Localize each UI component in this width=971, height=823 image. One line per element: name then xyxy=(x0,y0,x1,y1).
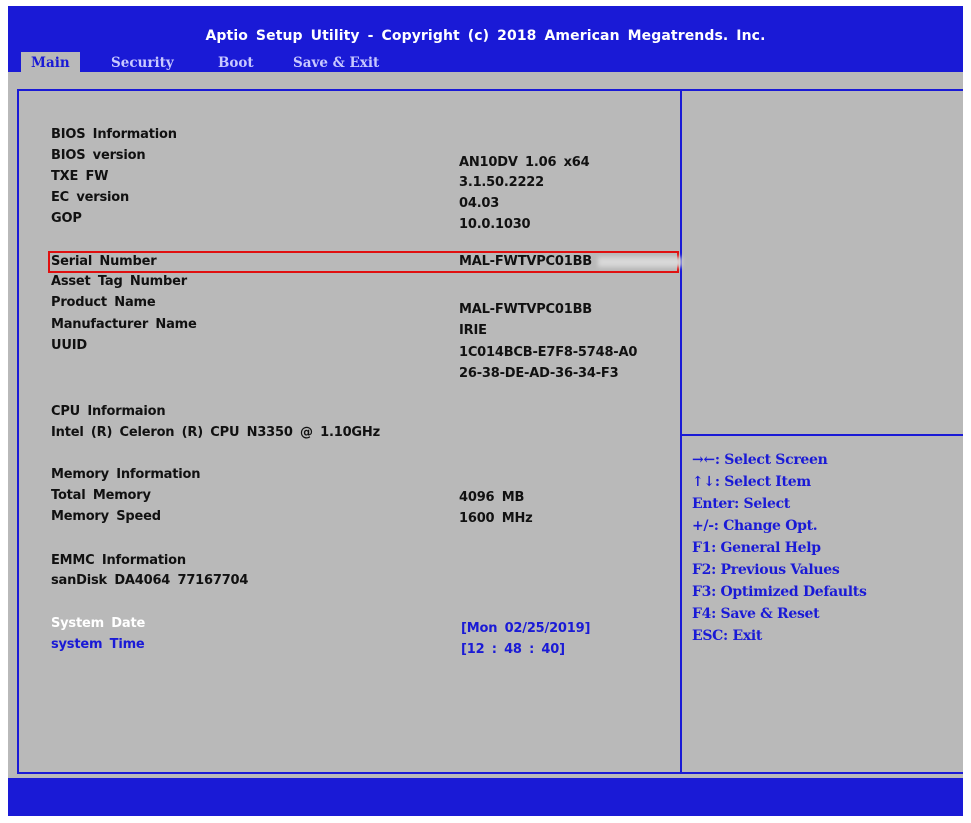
help-optimized-defaults: F3: Optimized Defaults xyxy=(692,584,867,600)
bios-info-heading: BIOS Information xyxy=(51,127,177,142)
bios-version-value: AN10DV 1.06 x64 xyxy=(459,155,590,170)
footer-bar xyxy=(8,778,963,816)
system-time-value[interactable]: [12 : 48 : 40] xyxy=(461,642,565,657)
uuid-value-line1: 1C014BCB-E7F8-5748-A0 xyxy=(459,345,638,360)
help-save-reset: F4: Save & Reset xyxy=(692,606,820,622)
memory-info-heading: Memory Information xyxy=(51,467,201,482)
total-memory-label: Total Memory xyxy=(51,488,151,503)
main-panel: BIOS Information BIOS version AN10DV 1.0… xyxy=(17,89,963,774)
product-name-value: MAL-FWTVPC01BB xyxy=(459,302,593,317)
asset-tag-label: Asset Tag Number xyxy=(51,274,187,289)
system-date-label[interactable]: System Date xyxy=(51,616,145,631)
tab-main[interactable]: Main xyxy=(21,52,80,74)
emmc-device: sanDisk DA4064 77167704 xyxy=(51,573,249,588)
memory-speed-value: 1600 MHz xyxy=(459,511,533,526)
cpu-name: Intel (R) Celeron (R) CPU N3350 @ 1.10GH… xyxy=(51,425,380,440)
help-enter-select: Enter: Select xyxy=(692,496,790,512)
cpu-info-heading: CPU Informaion xyxy=(51,404,166,419)
system-date-value[interactable]: [Mon 02/25/2019] xyxy=(461,621,590,636)
uuid-value-line2: 26-38-DE-AD-36-34-F3 xyxy=(459,366,619,381)
ec-version-value: 04.03 xyxy=(459,196,500,211)
system-time-label[interactable]: system Time xyxy=(51,637,145,652)
help-general-help: F1: General Help xyxy=(692,540,821,556)
help-select-screen: →←: Select Screen xyxy=(692,452,828,468)
total-memory-value: 4096 MB xyxy=(459,490,525,505)
header-bar: Aptio Setup Utility - Copyright (c) 2018… xyxy=(8,6,963,74)
product-name-label: Product Name xyxy=(51,295,156,310)
redacted-serial xyxy=(598,256,683,267)
uuid-label: UUID xyxy=(51,338,87,353)
panel-divider xyxy=(680,91,682,772)
serial-number-label: Serial Number xyxy=(51,254,157,269)
help-change-opt: +/-: Change Opt. xyxy=(692,518,818,534)
bios-screen: Aptio Setup Utility - Copyright (c) 2018… xyxy=(8,6,963,816)
tab-boot[interactable]: Boot xyxy=(218,52,254,74)
emmc-info-heading: EMMC Information xyxy=(51,553,186,568)
help-esc-exit: ESC: Exit xyxy=(692,628,763,644)
help-panel: →←: Select Screen ↑↓: Select Item Enter:… xyxy=(692,449,867,647)
manufacturer-value: IRIE xyxy=(459,323,487,338)
tab-save-exit[interactable]: Save & Exit xyxy=(293,52,379,74)
help-select-item: ↑↓: Select Item xyxy=(692,474,811,490)
ec-version-label: EC version xyxy=(51,190,130,205)
memory-speed-label: Memory Speed xyxy=(51,509,161,524)
help-previous-values: F2: Previous Values xyxy=(692,562,840,578)
tab-security[interactable]: Security xyxy=(111,52,174,74)
serial-number-value: MAL-FWTVPC01BB xyxy=(459,254,683,269)
app-title: Aptio Setup Utility - Copyright (c) 2018… xyxy=(205,28,766,44)
manufacturer-label: Manufacturer Name xyxy=(51,317,197,332)
txe-fw-label: TXE FW xyxy=(51,169,109,184)
help-divider xyxy=(682,434,963,436)
txe-fw-value: 3.1.50.2222 xyxy=(459,175,544,190)
gop-label: GOP xyxy=(51,211,82,226)
bios-version-label: BIOS version xyxy=(51,148,146,163)
serial-number-text: MAL-FWTVPC01BB xyxy=(459,254,593,269)
gop-value: 10.0.1030 xyxy=(459,217,531,232)
